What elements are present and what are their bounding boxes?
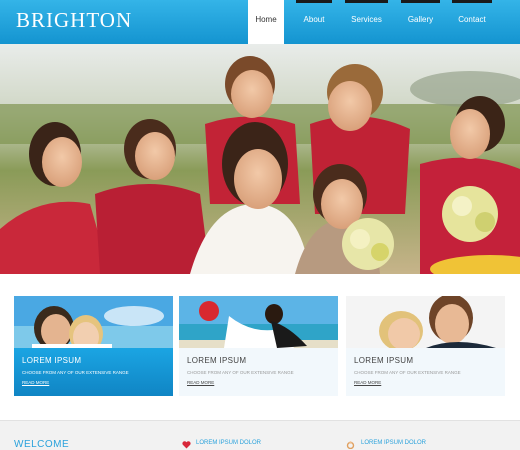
feature-card-3[interactable]: LOREM IPSUM CHOOSE FROM ANY OF OUR EXTEN… bbox=[346, 296, 505, 396]
bottom-item-1[interactable]: LOREM IPSUM DOLOR bbox=[196, 440, 261, 446]
card-2-image bbox=[179, 296, 338, 348]
card-1-image bbox=[14, 296, 173, 348]
card-1-body: LOREM IPSUM CHOOSE FROM ANY OF OUR EXTEN… bbox=[14, 348, 173, 396]
welcome-heading: WELCOME bbox=[14, 439, 70, 450]
card-3-subtitle: CHOOSE FROM ANY OF OUR EXTENSIVE RANGE bbox=[354, 370, 461, 375]
card-3-image bbox=[346, 296, 505, 348]
nav-services[interactable]: Services bbox=[345, 0, 388, 44]
nav-about-label: About bbox=[303, 15, 325, 24]
card-3-body: LOREM IPSUM CHOOSE FROM ANY OF OUR EXTEN… bbox=[346, 348, 505, 396]
hero-image bbox=[0, 44, 520, 274]
site-header: Brighton Home About Services Gallery Con… bbox=[0, 0, 520, 44]
nav-home[interactable]: Home bbox=[248, 0, 284, 44]
ring-icon bbox=[346, 441, 355, 449]
card-1-subtitle: CHOOSE FROM ANY OF OUR EXTENSIVE RANGE bbox=[22, 370, 129, 375]
nav-about[interactable]: About bbox=[296, 0, 332, 44]
feature-card-1[interactable]: LOREM IPSUM CHOOSE FROM ANY OF OUR EXTEN… bbox=[14, 296, 173, 396]
card-1-read-more-link[interactable]: READ MORE bbox=[22, 380, 49, 385]
card-1-title: LOREM IPSUM bbox=[22, 356, 82, 365]
bottom-item-2[interactable]: LOREM IPSUM DOLOR bbox=[361, 440, 426, 446]
nav-contact[interactable]: Contact bbox=[452, 0, 492, 44]
hero-banner bbox=[0, 44, 520, 274]
card-3-title: LOREM IPSUM bbox=[354, 356, 414, 365]
feature-cards: LOREM IPSUM CHOOSE FROM ANY OF OUR EXTEN… bbox=[0, 274, 520, 420]
heart-icon bbox=[182, 441, 191, 449]
card-2-title: LOREM IPSUM bbox=[187, 356, 247, 365]
bottom-section: WELCOME LOREM IPSUM DOLOR LOREM IPSUM DO… bbox=[0, 420, 520, 450]
card-2-body: LOREM IPSUM CHOOSE FROM ANY OF OUR EXTEN… bbox=[179, 348, 338, 396]
card-2-read-more-link[interactable]: READ MORE bbox=[187, 380, 214, 385]
card-2-subtitle: CHOOSE FROM ANY OF OUR EXTENSIVE RANGE bbox=[187, 370, 294, 375]
nav-services-label: Services bbox=[351, 15, 382, 24]
nav-gallery[interactable]: Gallery bbox=[401, 0, 440, 44]
nav-contact-label: Contact bbox=[458, 15, 486, 24]
card-3-read-more-link[interactable]: READ MORE bbox=[354, 380, 381, 385]
main-nav: Home About Services Gallery Contact bbox=[0, 0, 520, 44]
nav-gallery-label: Gallery bbox=[407, 15, 434, 24]
feature-card-2[interactable]: LOREM IPSUM CHOOSE FROM ANY OF OUR EXTEN… bbox=[179, 296, 338, 396]
nav-home-label: Home bbox=[255, 15, 277, 24]
